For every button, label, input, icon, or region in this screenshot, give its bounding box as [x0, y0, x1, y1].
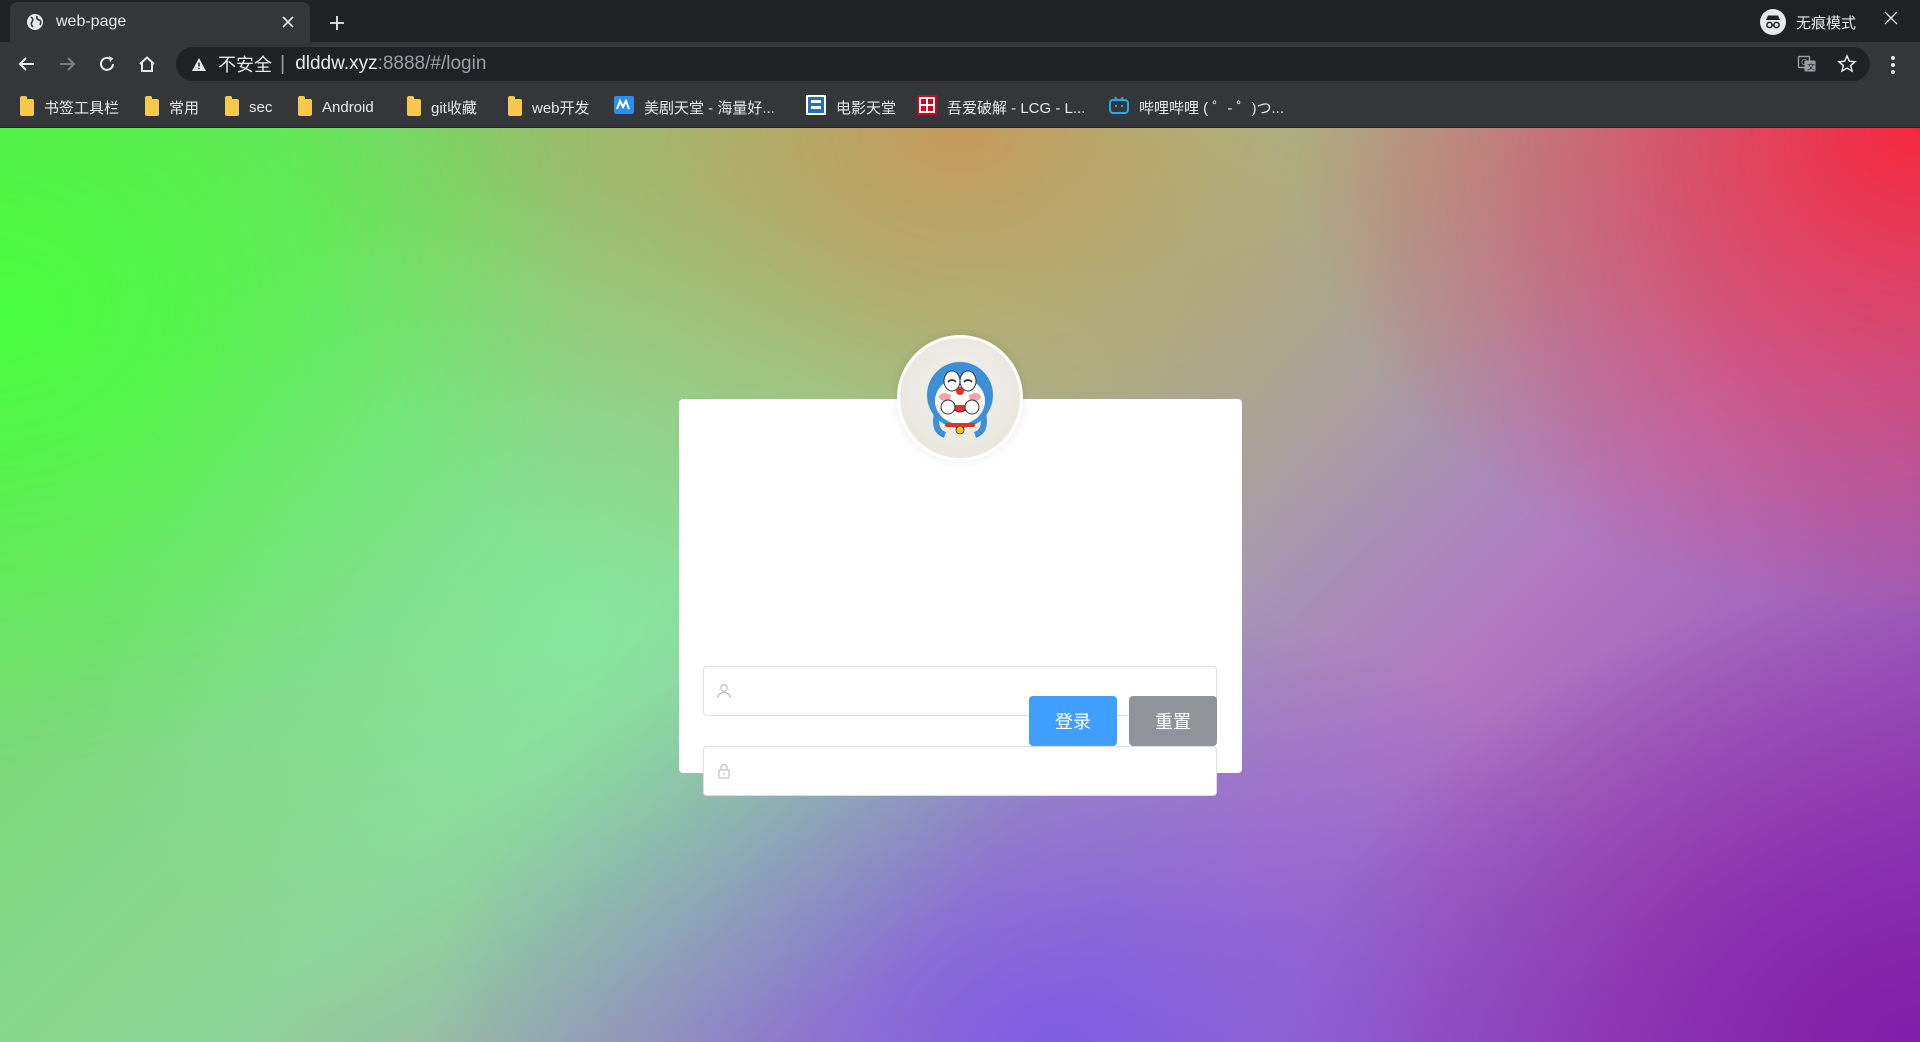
bookmark-folder-android[interactable]: Android [298, 94, 374, 120]
bookmark-label: 哔哩哔哩 ( ゜- ゜)つ... [1139, 99, 1284, 117]
incognito-indicator[interactable]: 无痕模式 [1756, 6, 1868, 38]
folder-icon [225, 95, 239, 116]
lock-icon [704, 747, 744, 795]
password-input[interactable] [744, 748, 1216, 794]
page-viewport: 登录 重置 [0, 128, 1920, 1042]
dytt-site-icon [806, 94, 826, 120]
bookmark-52pojie[interactable]: 吾爱破解 - LCG - L... [917, 94, 1085, 120]
warning-icon[interactable] [190, 55, 208, 73]
translate-icon[interactable]: G文 [1790, 47, 1824, 81]
bookmark-folder-common[interactable]: 常用 [145, 94, 199, 120]
avatar-frame [897, 335, 1023, 461]
url-host: dlddw.xyz [295, 53, 378, 74]
bookmark-label: 美剧天堂 - 海量好... [644, 99, 775, 117]
folder-icon [145, 95, 159, 116]
home-icon[interactable] [131, 48, 163, 80]
incognito-label: 无痕模式 [1796, 14, 1857, 32]
folder-icon [20, 95, 34, 116]
meiju-site-icon [614, 95, 634, 119]
svg-text:文: 文 [1807, 62, 1815, 72]
reload-icon[interactable] [91, 48, 123, 80]
bookmark-label: 书签工具栏 [44, 99, 120, 117]
bookmark-meiju[interactable]: 美剧天堂 - 海量好... [614, 94, 775, 120]
bookmarks-bar: 书签工具栏 常用 sec Android git收藏 web开发 美剧天堂 - … [0, 86, 1920, 128]
bookmark-folder-sec[interactable]: sec [225, 94, 272, 120]
bookmark-label: sec [249, 98, 273, 116]
bookmark-label: 常用 [169, 99, 200, 117]
browser-tab-strip: web-page [0, 0, 1920, 42]
bookmark-label: web开发 [532, 99, 590, 117]
bookmark-folder-webdev[interactable]: web开发 [508, 94, 590, 120]
bookmark-label: 电影天堂 [836, 99, 897, 117]
folder-icon [298, 95, 312, 116]
back-icon[interactable] [11, 48, 43, 80]
bookmark-label: git收藏 [431, 99, 477, 117]
password-field[interactable] [703, 746, 1217, 796]
forward-icon[interactable] [51, 48, 83, 80]
tab-title: web-page [56, 13, 127, 30]
browser-toolbar: 不安全 | dlddw.xyz :8888/#/login G文 [0, 42, 1920, 86]
more-menu-icon[interactable] [1878, 50, 1908, 80]
reset-button[interactable]: 重置 [1129, 696, 1217, 746]
user-icon [704, 667, 744, 715]
bookmark-label: 吾爱破解 - LCG - L... [947, 99, 1086, 117]
folder-icon [407, 95, 421, 116]
address-divider: | [280, 52, 286, 75]
close-tab-icon[interactable] [274, 8, 302, 36]
folder-icon [508, 95, 522, 116]
bookmark-label: Android [322, 98, 374, 116]
bookmark-bilibili[interactable]: 哔哩哔哩 ( ゜- ゜)つ... [1109, 94, 1284, 120]
bilibili-icon [1109, 95, 1129, 119]
bookmark-dytt[interactable]: 电影天堂 [806, 94, 896, 120]
bookmark-folder-git[interactable]: git收藏 [407, 94, 477, 120]
login-button[interactable]: 登录 [1029, 696, 1117, 746]
bookmark-star-icon[interactable] [1830, 47, 1864, 81]
incognito-icon [1760, 9, 1786, 35]
address-bar[interactable]: 不安全 | dlddw.xyz :8888/#/login G文 [176, 47, 1870, 81]
window-close-icon[interactable] [1862, 0, 1920, 36]
bookmark-folder-toolbar[interactable]: 书签工具栏 [20, 94, 119, 120]
url-path: :8888/#/login [377, 53, 487, 74]
browser-tab[interactable]: web-page [10, 2, 310, 42]
doraemon-avatar-icon [927, 362, 993, 438]
52pojie-site-icon [917, 94, 937, 120]
avatar [900, 338, 1020, 458]
security-label[interactable]: 不安全 [218, 51, 272, 77]
new-tab-icon[interactable] [322, 8, 352, 38]
globe-icon [26, 13, 44, 31]
